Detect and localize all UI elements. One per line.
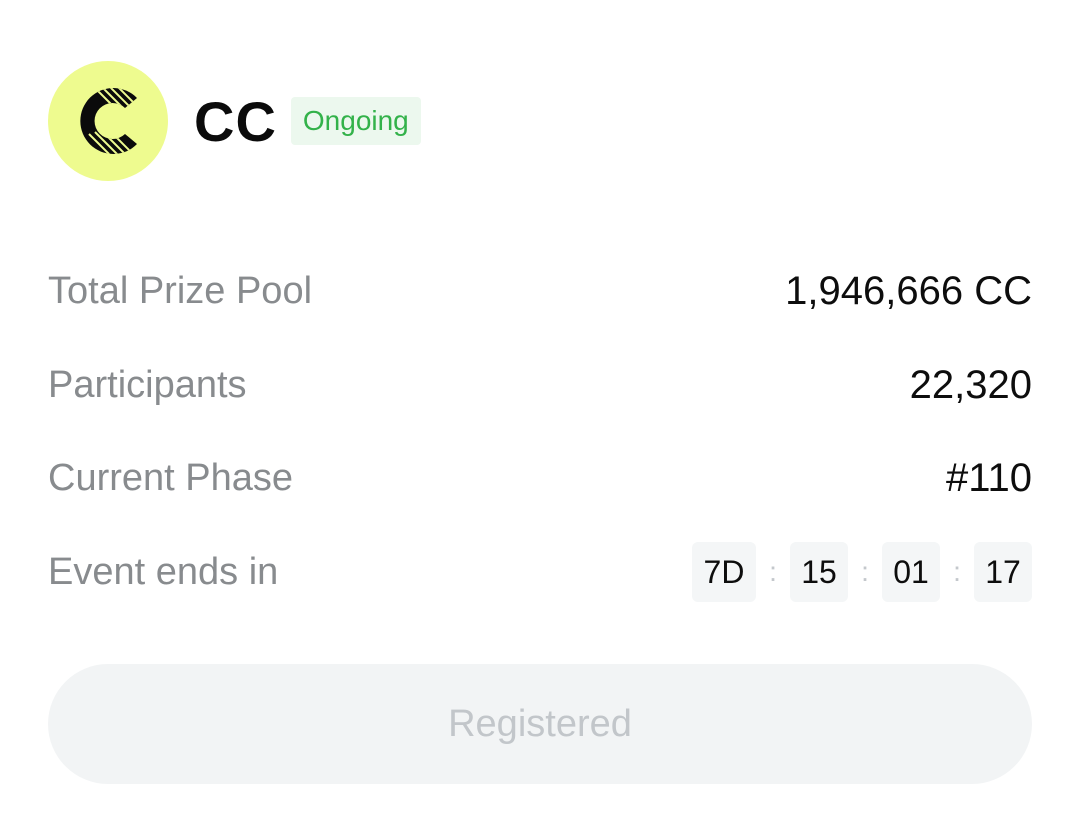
event-card: CC Ongoing Total Prize Pool 1,946,666 CC… [0, 0, 1080, 829]
token-name: CC [194, 89, 277, 153]
stat-row-current-phase: Current Phase #110 [48, 432, 1032, 526]
participants-label: Participants [48, 363, 247, 406]
countdown-hours: 15 [790, 542, 848, 603]
countdown-separator: : [953, 556, 961, 588]
prize-pool-label: Total Prize Pool [48, 270, 313, 313]
countdown-separator: : [769, 556, 777, 588]
event-header: CC Ongoing [48, 61, 421, 181]
prize-pool-value: 1,946,666 CC [785, 269, 1032, 314]
current-phase-label: Current Phase [48, 457, 294, 500]
registered-button[interactable]: Registered [48, 664, 1032, 784]
stat-row-participants: Participants 22,320 [48, 339, 1032, 433]
cc-logo-icon [48, 61, 168, 181]
stats-list: Total Prize Pool 1,946,666 CC Participan… [48, 245, 1032, 619]
stat-row-prize-pool: Total Prize Pool 1,946,666 CC [48, 245, 1032, 339]
event-ends-label: Event ends in [48, 550, 279, 593]
countdown-seconds: 17 [974, 542, 1032, 603]
countdown-separator: : [861, 556, 869, 588]
countdown-timer: 7D : 15 : 01 : 17 [692, 542, 1032, 603]
current-phase-value: #110 [945, 456, 1032, 501]
countdown-minutes: 01 [882, 542, 940, 603]
status-badge: Ongoing [290, 97, 421, 145]
countdown-days: 7D [692, 542, 756, 603]
stat-row-event-ends: Event ends in 7D : 15 : 01 : 17 [48, 526, 1032, 620]
participants-value: 22,320 [909, 362, 1032, 407]
